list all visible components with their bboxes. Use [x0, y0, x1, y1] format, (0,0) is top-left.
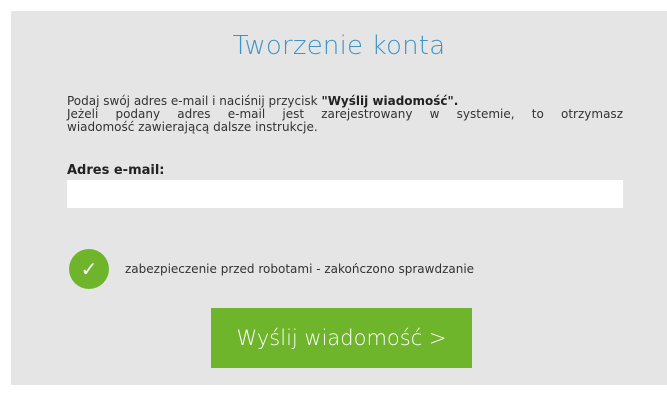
checkmark-icon: ✓: [69, 249, 109, 289]
account-creation-panel: Tworzenie konta Podaj swój adres e-mail …: [11, 11, 667, 385]
instructions-line-3: wiadomość zawierającą dalsze instrukcje.: [67, 120, 318, 134]
instructions-text: Podaj swój adres e-mail i naciśnij przyc…: [67, 95, 623, 134]
instructions-line-1-text: Podaj swój adres e-mail i naciśnij przyc…: [67, 94, 322, 108]
captcha-status-text: zabezpieczenie przed robotami - zakończo…: [125, 262, 475, 276]
send-message-button[interactable]: Wyślij wiadomość >: [211, 308, 472, 368]
captcha-widget[interactable]: ✓ zabezpieczenie przed robotami - zakońc…: [67, 248, 474, 290]
email-label: Adres e-mail:: [67, 163, 165, 178]
page-title: Tworzenie konta: [232, 31, 446, 61]
email-field[interactable]: [67, 180, 623, 208]
instructions-button-name: "Wyślij wiadomość".: [321, 94, 459, 108]
